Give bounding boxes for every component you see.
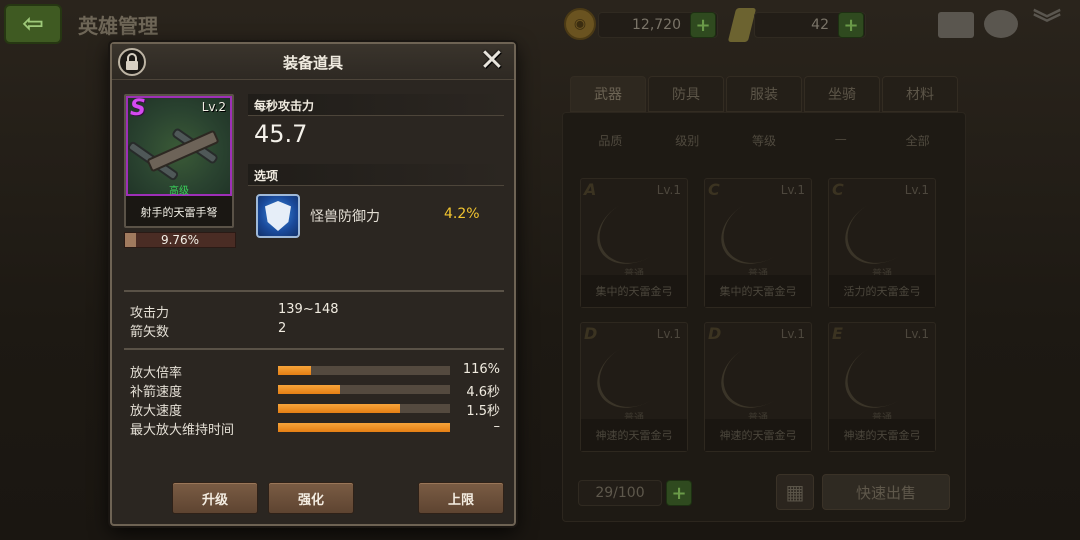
inventory-item[interactable]: D Lv.1 普通 神速的天雷金弓 xyxy=(580,322,688,452)
chat-icon[interactable] xyxy=(984,10,1018,38)
bar-fill xyxy=(278,423,450,432)
option-value: 4.2% xyxy=(444,206,480,222)
inventory-count: 29/100 xyxy=(578,480,662,506)
bar-label-zoom-speed: 放大速度 xyxy=(130,404,183,419)
tab-material[interactable]: 材料 xyxy=(882,76,958,112)
item-level: Lv.2 xyxy=(201,100,226,114)
modal-header: 装备道具 ✕ xyxy=(112,44,514,80)
bow-icon xyxy=(585,185,685,277)
upgrade-button[interactable]: 升级 xyxy=(172,482,258,514)
stat-label-arrows: 箭矢数 xyxy=(130,325,170,340)
item-name: 集中的天雷金弓 xyxy=(705,275,811,307)
inventory-item[interactable]: E Lv.1 普通 神速的天雷金弓 xyxy=(828,322,936,452)
screen-title: 英雄管理 xyxy=(78,14,158,38)
top-bar: ⇦ 英雄管理 ◉ 12,720 + 42 + ︾ xyxy=(0,0,1080,48)
item-grade-badge: S xyxy=(130,96,146,121)
bow-icon xyxy=(709,329,809,421)
enhance-button[interactable]: 强化 xyxy=(268,482,354,514)
option-header: 选项 xyxy=(248,164,504,186)
bar-zoom-speed xyxy=(278,404,450,413)
tab-weapon[interactable]: 武器 xyxy=(570,76,646,112)
item-name: 射手的天雷手弩 xyxy=(140,206,218,219)
inventory-tabs: 武器 防具 服装 坐骑 材料 xyxy=(570,76,958,112)
stat-value-arrows: 2 xyxy=(278,321,287,336)
filter-separator: — xyxy=(834,132,847,146)
crossbow-icon: S Lv.2 高级 xyxy=(126,96,232,197)
back-button[interactable]: ⇦ xyxy=(4,4,62,44)
item-grade: E xyxy=(832,324,843,343)
bar-zoom-ratio xyxy=(278,366,450,375)
item-card: S Lv.2 高级 射手的天雷手弩 xyxy=(124,94,234,228)
modal-title: 装备道具 xyxy=(282,54,343,72)
back-arrow-icon: ⇦ xyxy=(22,9,44,39)
bar-value-reload-speed: 4.6秒 xyxy=(466,385,500,400)
grid-icon: ▦ xyxy=(785,480,805,504)
bar-label-zoom-ratio: 放大倍率 xyxy=(130,366,183,381)
gold-coin-icon: ◉ xyxy=(564,8,596,40)
dragon-shield-icon xyxy=(256,194,300,238)
inventory-panel xyxy=(562,112,966,522)
equipment-modal: 装备道具 ✕ S Lv.2 高级 射手的天雷手弩 9.76% 每秒攻击力 45.… xyxy=(110,42,516,526)
bow-icon xyxy=(833,185,933,277)
dps-header: 每秒攻击力 xyxy=(248,94,504,116)
filter-quality[interactable]: 品质 xyxy=(572,132,649,158)
add-gem-button[interactable]: + xyxy=(838,12,864,38)
divider xyxy=(124,348,504,350)
bow-icon xyxy=(833,329,933,421)
grid-view-button[interactable]: ▦ xyxy=(776,474,814,510)
inventory-item[interactable]: A Lv.1 普通 集中的天雷金弓 xyxy=(580,178,688,308)
bar-value-max-zoom-duration: – xyxy=(493,419,501,434)
quick-sell-button[interactable]: 快速出售 xyxy=(822,474,950,510)
bar-value-zoom-speed: 1.5秒 xyxy=(466,404,500,419)
inventory-item[interactable]: D Lv.1 普通 神速的天雷金弓 xyxy=(704,322,812,452)
inventory-filter-row: 品质 级别 等级 — 全部 xyxy=(572,132,956,158)
bar-fill xyxy=(278,385,340,394)
divider xyxy=(124,290,504,292)
inventory-item[interactable]: C Lv.1 普通 活力的天雷金弓 xyxy=(828,178,936,308)
item-grade: A xyxy=(584,180,597,199)
expand-inventory-button[interactable]: + xyxy=(666,480,692,506)
tab-costume[interactable]: 服装 xyxy=(726,76,802,112)
bar-label-max-zoom-duration: 最大放大维持时间 xyxy=(130,423,235,438)
bar-label-reload-speed: 补箭速度 xyxy=(130,385,183,400)
option-label: 怪兽防御力 xyxy=(310,209,380,225)
item-name: 神速的天雷金弓 xyxy=(829,419,935,451)
item-quality: 高级 xyxy=(169,186,189,197)
bar-fill xyxy=(278,404,401,413)
item-xp-text: 9.76% xyxy=(160,233,200,247)
item-grade: D xyxy=(708,324,722,343)
item-grade: C xyxy=(708,180,720,199)
item-grade: D xyxy=(584,324,598,343)
item-xp-bar: 9.76% xyxy=(124,232,236,248)
tab-armor[interactable]: 防具 xyxy=(648,76,724,112)
item-grade: C xyxy=(832,180,844,199)
limit-break-button[interactable]: 上限 xyxy=(418,482,504,514)
item-name: 神速的天雷金弓 xyxy=(581,419,687,451)
tab-mount[interactable]: 坐骑 xyxy=(804,76,880,112)
filter-tier[interactable]: 级别 xyxy=(649,132,726,158)
stat-value-attack: 139~148 xyxy=(278,302,339,317)
filter-all[interactable]: 全部 xyxy=(879,132,956,158)
item-name: 神速的天雷金弓 xyxy=(705,419,811,451)
item-name: 活力的天雷金弓 xyxy=(829,275,935,307)
item-name: 集中的天雷金弓 xyxy=(581,275,687,307)
collapse-menu-icon[interactable]: ︾ xyxy=(1030,10,1064,40)
close-icon[interactable]: ✕ xyxy=(478,46,506,76)
bar-max-zoom-duration xyxy=(278,423,450,432)
filter-level[interactable]: 等级 xyxy=(726,132,803,158)
bar-value-zoom-ratio: 116% xyxy=(462,362,500,377)
inventory-item[interactable]: C Lv.1 普通 集中的天雷金弓 xyxy=(704,178,812,308)
bar-fill xyxy=(278,366,311,375)
dps-value: 45.7 xyxy=(254,120,308,148)
bow-icon xyxy=(585,329,685,421)
mail-icon[interactable] xyxy=(938,12,974,38)
stat-label-attack: 攻击力 xyxy=(130,306,170,321)
bow-icon xyxy=(709,185,809,277)
gem-icon xyxy=(727,8,757,42)
add-gold-button[interactable]: + xyxy=(690,12,716,38)
bar-reload-speed xyxy=(278,385,450,394)
